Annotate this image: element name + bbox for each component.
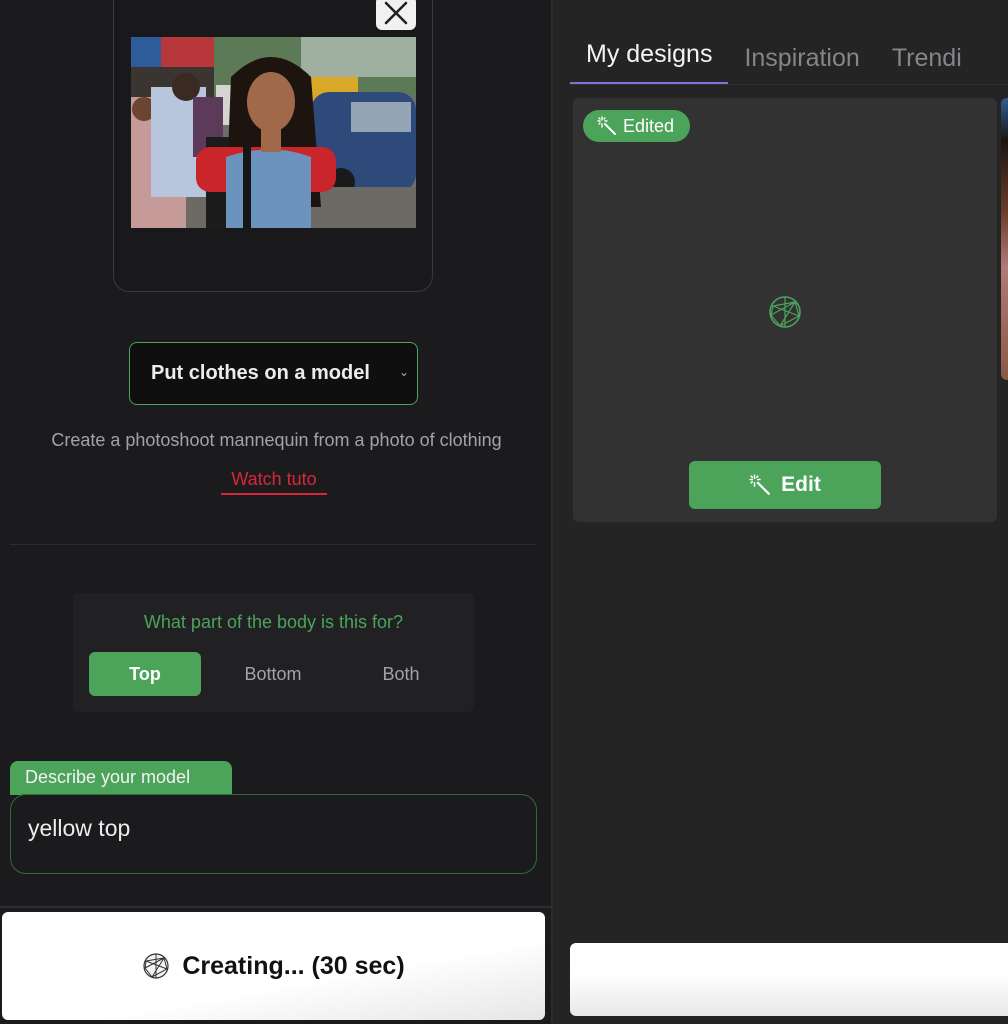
tab-trending[interactable]: Trendi [876, 40, 978, 85]
edit-button[interactable]: Edit [689, 461, 881, 509]
design-card[interactable]: Edited Edit [573, 98, 997, 522]
body-part-option-both[interactable]: Both [345, 652, 457, 696]
describe-model-input[interactable]: yellow top [10, 794, 537, 874]
create-button-label: Creating... (30 sec) [182, 951, 405, 980]
right-panel: My designs Inspiration Trendi Edited Edi… [555, 0, 1008, 1024]
mode-select-value: Put clothes on a model [151, 362, 370, 384]
tabs-divider [570, 84, 1008, 85]
body-part-question: What part of the body is this for? [143, 612, 404, 632]
tab-inspiration[interactable]: Inspiration [728, 40, 875, 85]
bottom-action-button[interactable] [570, 943, 1008, 1016]
edit-button-label: Edit [781, 473, 821, 496]
create-button[interactable]: Creating... (30 sec) [2, 912, 545, 1020]
mode-select[interactable]: Put clothes on a model ⌄ [129, 342, 418, 405]
body-part-option-bottom[interactable]: Bottom [217, 652, 329, 696]
designs-tabs: My designs Inspiration Trendi [570, 40, 978, 85]
body-part-option-top[interactable]: Top [89, 652, 201, 696]
tab-my-designs[interactable]: My designs [570, 40, 729, 85]
close-icon [384, 1, 408, 25]
loading-spinner-icon [143, 953, 169, 979]
loading-spinner-icon [769, 296, 801, 328]
chevron-down-icon: ⌄ [398, 365, 409, 379]
magic-wand-icon [597, 116, 616, 135]
divider [10, 544, 537, 545]
footer-divider [0, 906, 553, 908]
body-part-selector: What part of the body is this for? Top B… [73, 593, 474, 712]
remove-photo-button[interactable] [376, 0, 416, 30]
uploaded-clothing-photo [131, 37, 416, 228]
watch-tuto-link[interactable]: Watch tuto [221, 469, 327, 495]
magic-wand-icon [749, 474, 771, 495]
mode-description: Create a photoshoot mannequin from a pho… [51, 430, 502, 450]
describe-model-label: Describe your model [10, 761, 232, 795]
edited-badge-label: Edited [623, 115, 675, 136]
left-panel: Put clothes on a model ⌄ Create a photos… [0, 0, 553, 1024]
next-design-thumbnail[interactable] [1001, 98, 1008, 380]
edited-badge: Edited [583, 110, 691, 142]
